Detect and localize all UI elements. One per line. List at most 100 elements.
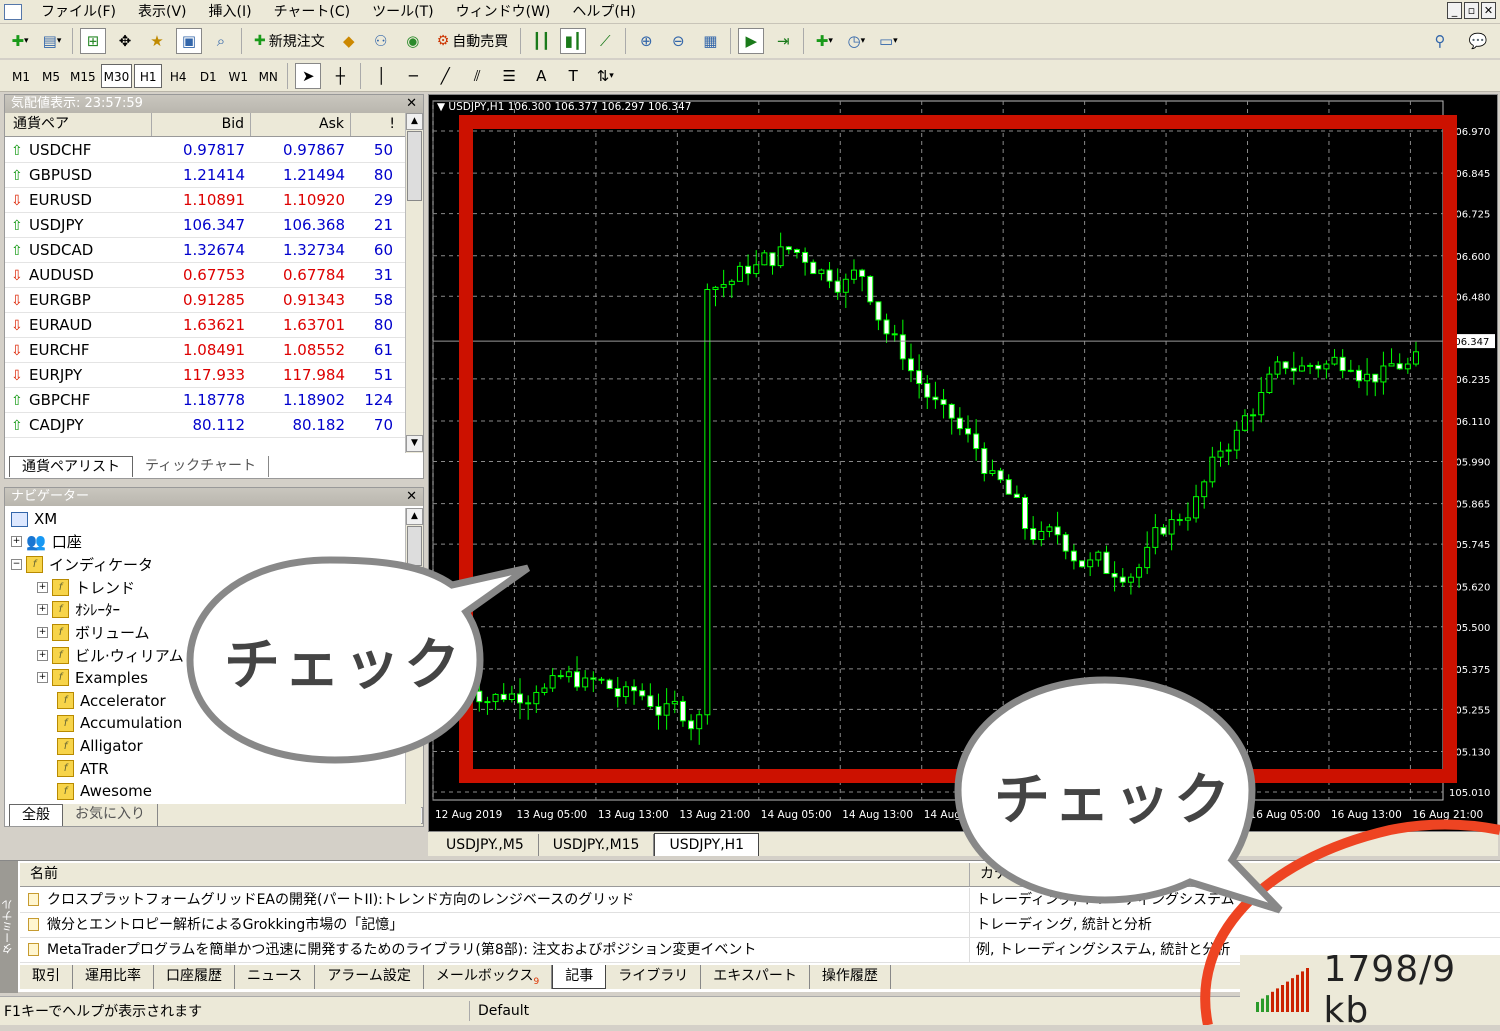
profiles-icon[interactable]: ▤▾ bbox=[39, 28, 65, 54]
channel-icon[interactable]: ⫽ bbox=[464, 63, 490, 89]
timeframe-d1[interactable]: D1 bbox=[194, 64, 222, 88]
expand-icon[interactable]: + bbox=[11, 536, 22, 547]
market-watch-row[interactable]: ⇩EURGBP0.912850.9134358 bbox=[5, 288, 405, 313]
expand-icon[interactable]: + bbox=[37, 582, 48, 593]
terminal-tab[interactable]: 記事 bbox=[552, 965, 606, 989]
menu-help[interactable]: ヘルプ(H) bbox=[561, 0, 646, 24]
column-symbol[interactable]: 通貨ペア bbox=[5, 113, 152, 136]
navigator-item[interactable]: XM bbox=[11, 508, 57, 530]
auto-scroll-icon[interactable]: ▶ bbox=[738, 28, 764, 54]
zoom-in-icon[interactable]: ⊕ bbox=[633, 28, 659, 54]
terminal-tab[interactable]: 取引 bbox=[20, 965, 73, 989]
expand-icon[interactable]: + bbox=[37, 627, 48, 638]
market-watch-row[interactable]: ⇧USDCHF0.978170.9786750 bbox=[5, 138, 405, 163]
cursor-icon[interactable]: ➤ bbox=[295, 63, 321, 89]
tab-common[interactable]: 全般 bbox=[9, 804, 63, 826]
tile-windows-icon[interactable]: ▦ bbox=[697, 28, 723, 54]
timeframe-h4[interactable]: H4 bbox=[164, 64, 192, 88]
fibonacci-icon[interactable]: ☰ bbox=[496, 63, 522, 89]
navigator-item[interactable]: +fExamples bbox=[37, 667, 148, 689]
navigator-item[interactable]: +fトレンド bbox=[37, 576, 135, 598]
collapse-icon[interactable]: − bbox=[11, 559, 22, 570]
timeframe-m30[interactable]: M30 bbox=[101, 64, 133, 88]
connection-status[interactable]: 1798/9 kb bbox=[1240, 955, 1500, 1025]
chart-window[interactable]: 106.970106.845106.725106.600106.480106.2… bbox=[428, 94, 1498, 832]
terminal-tab[interactable]: ニュース bbox=[235, 965, 315, 989]
column-category[interactable]: カテゴリ bbox=[970, 863, 1500, 886]
line-chart-icon[interactable]: ⟋ bbox=[592, 28, 618, 54]
navigator-item[interactable]: +fｵｼﾚｰﾀｰ bbox=[37, 599, 120, 621]
text-label-icon[interactable]: T bbox=[560, 63, 586, 89]
close-icon[interactable]: ✕ bbox=[406, 95, 417, 113]
column-name[interactable]: 名前 bbox=[20, 863, 970, 886]
new-chart-icon[interactable]: ✚▾ bbox=[7, 28, 33, 54]
chart-shift-icon[interactable]: ⇥ bbox=[770, 28, 796, 54]
timeframe-m1[interactable]: M1 bbox=[7, 64, 35, 88]
chart-tab-m5[interactable]: USDJPY.,M5 bbox=[432, 834, 539, 856]
column-ask[interactable]: Ask bbox=[251, 113, 351, 136]
periods-icon[interactable]: ◷▾ bbox=[843, 28, 869, 54]
article-row[interactable]: クロスプラットフォームグリッドEAの開発(パートII):トレンド方向のレンジベー… bbox=[20, 888, 1500, 913]
menu-view[interactable]: 表示(V) bbox=[127, 0, 198, 24]
new-order-button[interactable]: ✚新規注文 bbox=[249, 28, 330, 54]
signals-icon[interactable]: ⚇ bbox=[368, 28, 394, 54]
expand-icon[interactable]: + bbox=[37, 604, 48, 615]
menu-tools[interactable]: ツール(T) bbox=[361, 0, 444, 24]
candlestick-icon[interactable]: ▮┃ bbox=[560, 28, 586, 54]
search-icon[interactable]: ⚲ bbox=[1427, 28, 1453, 54]
trendline-icon[interactable]: ╱ bbox=[432, 63, 458, 89]
market-watch-row[interactable]: ⇧USDJPY106.347106.36821 bbox=[5, 213, 405, 238]
article-row[interactable]: 微分とエントロピー解析によるGrokking市場の「記憶」トレーディング, 統計… bbox=[20, 913, 1500, 938]
navigator-item[interactable]: fATR bbox=[57, 758, 109, 780]
terminal-icon[interactable]: ▣ bbox=[176, 28, 202, 54]
strategy-tester-icon[interactable]: ⌕ bbox=[208, 28, 234, 54]
close-button[interactable]: ✕ bbox=[1481, 2, 1496, 19]
tab-favorites[interactable]: お気に入り bbox=[63, 804, 158, 826]
restore-button[interactable]: ▫ bbox=[1464, 2, 1479, 19]
close-icon[interactable]: ✕ bbox=[406, 488, 417, 506]
chat-icon[interactable]: 💬 bbox=[1465, 28, 1491, 54]
navigator-item[interactable]: fAccumulation bbox=[57, 712, 182, 734]
timeframe-m15[interactable]: M15 bbox=[67, 64, 99, 88]
menu-insert[interactable]: 挿入(I) bbox=[198, 0, 263, 24]
tab-tick-chart[interactable]: ティックチャート bbox=[133, 456, 269, 477]
market-icon[interactable]: ◉ bbox=[400, 28, 426, 54]
templates-icon[interactable]: ▭▾ bbox=[875, 28, 901, 54]
terminal-tab[interactable]: ライブラリ bbox=[606, 965, 701, 989]
scroll-up-icon[interactable]: ▲ bbox=[406, 113, 423, 130]
navigator-item[interactable]: +fビル·ウィリアム bbox=[37, 644, 184, 666]
navigator-item[interactable]: fAwesome bbox=[57, 780, 152, 802]
menu-chart[interactable]: チャート(C) bbox=[263, 0, 362, 24]
scroll-thumb[interactable] bbox=[407, 131, 422, 201]
price-chart[interactable]: 106.970106.845106.725106.600106.480106.2… bbox=[429, 95, 1497, 831]
menu-window[interactable]: ウィンドウ(W) bbox=[445, 0, 562, 24]
market-watch-row[interactable]: ⇩EURUSD1.108911.1092029 bbox=[5, 188, 405, 213]
scroll-up-icon[interactable]: ▲ bbox=[406, 508, 423, 525]
market-watch-row[interactable]: ⇩EURJPY117.933117.98451 bbox=[5, 363, 405, 388]
navigator-icon[interactable]: ★ bbox=[144, 28, 170, 54]
chart-tab-h1[interactable]: USDJPY,H1 bbox=[654, 833, 759, 856]
metaeditor-icon[interactable]: ◆ bbox=[336, 28, 362, 54]
navigator-item[interactable]: +👥口座 bbox=[11, 531, 82, 553]
timeframe-w1[interactable]: W1 bbox=[224, 64, 252, 88]
navigator-item[interactable]: fAlligator bbox=[57, 735, 143, 757]
menu-file[interactable]: ファイル(F) bbox=[30, 0, 127, 24]
market-watch-row[interactable]: ⇩EURAUD1.636211.6370180 bbox=[5, 313, 405, 338]
timeframe-m5[interactable]: M5 bbox=[37, 64, 65, 88]
market-watch-row[interactable]: ⇩AUDUSD0.677530.6778431 bbox=[5, 263, 405, 288]
timeframe-h1[interactable]: H1 bbox=[134, 64, 162, 88]
tab-symbols[interactable]: 通貨ペアリスト bbox=[9, 456, 133, 477]
zoom-out-icon[interactable]: ⊖ bbox=[665, 28, 691, 54]
scroll-down-icon[interactable]: ▼ bbox=[406, 435, 423, 452]
vertical-line-icon[interactable]: │ bbox=[368, 63, 394, 89]
terminal-tab[interactable]: 操作履歴 bbox=[810, 965, 891, 989]
market-watch-row[interactable]: ⇩EURCHF1.084911.0855261 bbox=[5, 338, 405, 363]
market-watch-row[interactable]: ⇧GBPCHF1.187781.18902124 bbox=[5, 388, 405, 413]
navigator-item[interactable]: fAccelerator bbox=[57, 690, 166, 712]
navigator-item[interactable]: −fインディケータ bbox=[11, 553, 153, 575]
minimize-button[interactable]: _ bbox=[1447, 2, 1462, 19]
timeframe-mn[interactable]: MN bbox=[254, 64, 282, 88]
terminal-tab[interactable]: メールボックス9 bbox=[424, 965, 552, 989]
expand-icon[interactable]: + bbox=[37, 650, 48, 661]
navigator-item[interactable]: +fボリューム bbox=[37, 622, 150, 644]
